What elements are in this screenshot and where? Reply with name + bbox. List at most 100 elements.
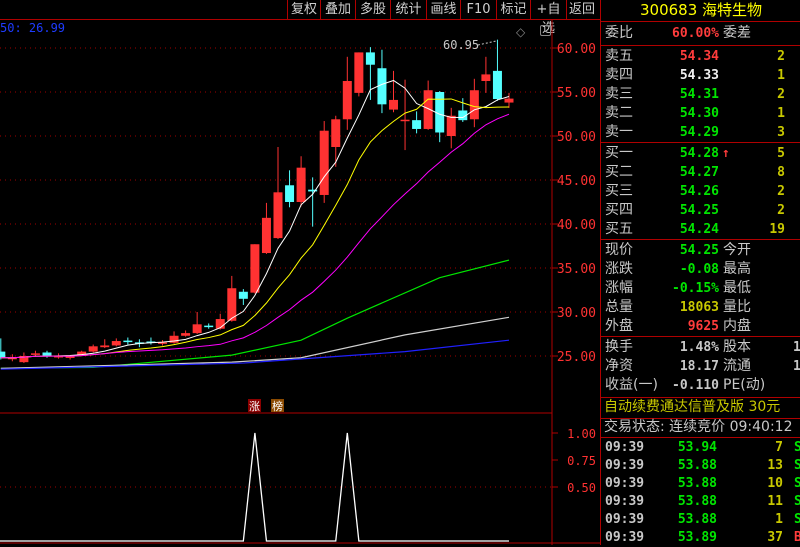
stat-value: -0.08 [679,262,719,277]
divider [601,142,800,143]
ask-row[interactable]: 卖三 54.31 2 [601,85,800,104]
diamond-icon[interactable]: ◇ [516,25,525,39]
candle-body [504,98,514,103]
candle-body [296,167,306,202]
stat-label2: 最低 [723,280,751,296]
kline-chart[interactable]: 60.00 55.00 50.00 45.00 40.00 35.00 30.00 25.00… [0,20,600,545]
bid-price: 54.25 [679,203,719,218]
stat2-label: 净资 [605,358,633,374]
indicator-tick-label: 0.75 [567,454,596,468]
stat2-row: 换手 1.48% 股本 1 [601,338,800,357]
ask-label: 卖五 [605,48,633,64]
candle-body [319,130,329,195]
ask-row[interactable]: 卖二 54.30 1 [601,104,800,123]
toolbar-button-0[interactable]: 复权 [287,0,320,19]
chart-toolbar: 复权 叠加 多股 统计 画线 F10 标记 +自选 返回 [0,0,600,36]
toolbar-button-8[interactable]: 返回 [566,0,597,19]
candle-body [469,90,479,120]
candle [169,331,179,344]
candle [446,107,456,149]
toolbar-button-7[interactable]: +自选 [530,0,566,36]
panel-toggle-icon[interactable] [540,25,551,36]
toolbar-button-6[interactable]: 标记 [496,0,530,19]
y-tick-label: 25.00 [557,350,596,365]
bid-row[interactable]: 买一 54.28 ↑ 5 [601,144,800,163]
candle [42,350,52,358]
trade-status: 交易状态: 连续竞价 09:40:12 [604,419,793,435]
tag-1: 榜 [272,399,283,413]
ask-row[interactable]: 卖一 54.29 3 [601,123,800,142]
candle [354,52,364,97]
candle-body [354,52,364,93]
tick-direction: S [794,458,800,473]
candle [412,111,422,134]
bid-row[interactable]: 买三 54.26 2 [601,182,800,201]
tick-row: 09:39 53.88 1 S [601,510,800,529]
weibi-row: 委比 60.00% 委差 [601,24,800,43]
tag-0: 涨 [249,400,260,413]
bid-label: 买四 [605,202,633,218]
candle-body [30,353,40,355]
bid-price: 54.27 [679,165,719,180]
candle [296,156,306,207]
ask-price: 54.33 [679,68,719,83]
up-arrow-icon: ↑ [722,146,730,161]
stock-title: 300683 海特生物 [639,1,763,19]
candle [192,312,202,334]
ask-row[interactable]: 卖四 54.33 1 [601,66,800,85]
y-tick-label: 40.00 [557,218,596,233]
toolbar-button-2[interactable]: 多股 [355,0,390,19]
candle-body [389,99,398,110]
tick-row: 09:39 53.88 10 S [601,474,800,493]
bid-volume: 2 [777,184,785,199]
candle-body [88,346,98,352]
candle-body [100,345,110,348]
stat-row: 涨跌 -0.08 最高 [601,260,800,279]
indicator-tick-label: 0.50 [567,481,596,495]
candle-body [238,291,248,299]
candle-body [342,81,352,120]
candle [111,338,121,347]
candle [250,244,260,294]
toolbar-button-5[interactable]: F10 [460,0,496,19]
stat2-label: 收益(一) [605,377,658,393]
ma10-line [0,98,510,359]
y-tick-label: 45.00 [557,174,596,189]
long-ma-line [0,316,510,369]
tick-volume: 37 [767,530,783,545]
candle [88,344,98,353]
weibi-label: 委比 [605,25,633,41]
stat-label: 涨幅 [605,280,633,296]
ask-price: 54.31 [679,87,719,102]
stat-value: -0.15% [672,281,719,296]
stat2-label2: 流通 [723,358,751,374]
stat-value: 54.25 [679,243,719,258]
bid-row[interactable]: 买二 54.27 8 [601,163,800,182]
tick-row: 09:39 53.89 37 B [601,528,800,547]
bid-label: 买三 [605,183,633,199]
toolbar-button-4[interactable]: 画线 [426,0,460,19]
ask-row[interactable]: 卖五 54.34 2 [601,47,800,66]
bid-price: 54.24 [679,222,719,237]
candle-body [181,333,191,336]
toolbar-button-3[interactable]: 统计 [390,0,426,19]
divider [601,21,800,22]
tick-volume: 13 [767,458,783,473]
candle-body [400,119,410,122]
ad-banner[interactable]: 自动续费通达信普及版 30元 [601,398,800,417]
bid-label: 买一 [605,145,633,161]
tick-price: 53.88 [677,512,717,527]
bid-volume: 19 [769,222,785,237]
stat2-value: 1.48% [679,340,719,355]
bid-row[interactable]: 买四 54.25 2 [601,201,800,220]
stat2-label2: 股本 [723,339,751,355]
candle [492,39,502,101]
toolbar-button-1[interactable]: 叠加 [320,0,355,19]
tick-time: 09:39 [605,476,645,491]
stat-row: 外盘 9625 内盘 [601,317,800,336]
bid-row[interactable]: 买五 54.24 19 [601,220,800,239]
stat2-value2: 1 [793,340,800,355]
divider [601,45,800,46]
stat-row: 总量 18063 量比 [601,298,800,317]
candle-body [481,74,491,81]
